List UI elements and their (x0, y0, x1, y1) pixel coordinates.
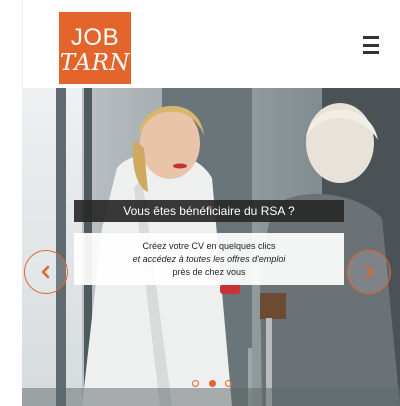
page: JOB TARN Vous êtes bénéficiaire du RSA ?… (0, 0, 400, 406)
menu-bar (363, 51, 379, 54)
menu-bar (363, 36, 379, 39)
slider-dot-1[interactable] (192, 379, 199, 387)
slider-next-button[interactable] (347, 250, 391, 294)
slide-text-line: et accédez à toutes les offres d'emploi (132, 253, 286, 264)
slider-dot-3[interactable] (225, 379, 232, 387)
slide-text: Créez votre CV en quelques clics et accé… (74, 233, 344, 285)
slider-pagination (192, 378, 232, 388)
chevron-left-icon (41, 265, 50, 279)
logo-text-job: JOB (70, 23, 120, 51)
job-tarn-logo[interactable]: JOB TARN (59, 12, 131, 84)
slider-prev-button[interactable] (24, 250, 68, 294)
slide-title: Vous êtes bénéficiaire du RSA ? (74, 200, 344, 222)
menu-bar (363, 43, 379, 47)
hamburger-menu-icon[interactable] (359, 36, 383, 54)
hero-carousel: Vous êtes bénéficiaire du RSA ? Créez vo… (22, 88, 400, 406)
site-header: JOB TARN (22, 0, 400, 88)
slide-text-line: près de chez vous (172, 266, 246, 277)
slider-dot-2[interactable] (208, 379, 216, 387)
logo-text-tarn: TARN (59, 49, 131, 76)
slide-text-line: Créez votre CV en quelques clics (142, 240, 276, 251)
chevron-right-icon (365, 265, 374, 279)
